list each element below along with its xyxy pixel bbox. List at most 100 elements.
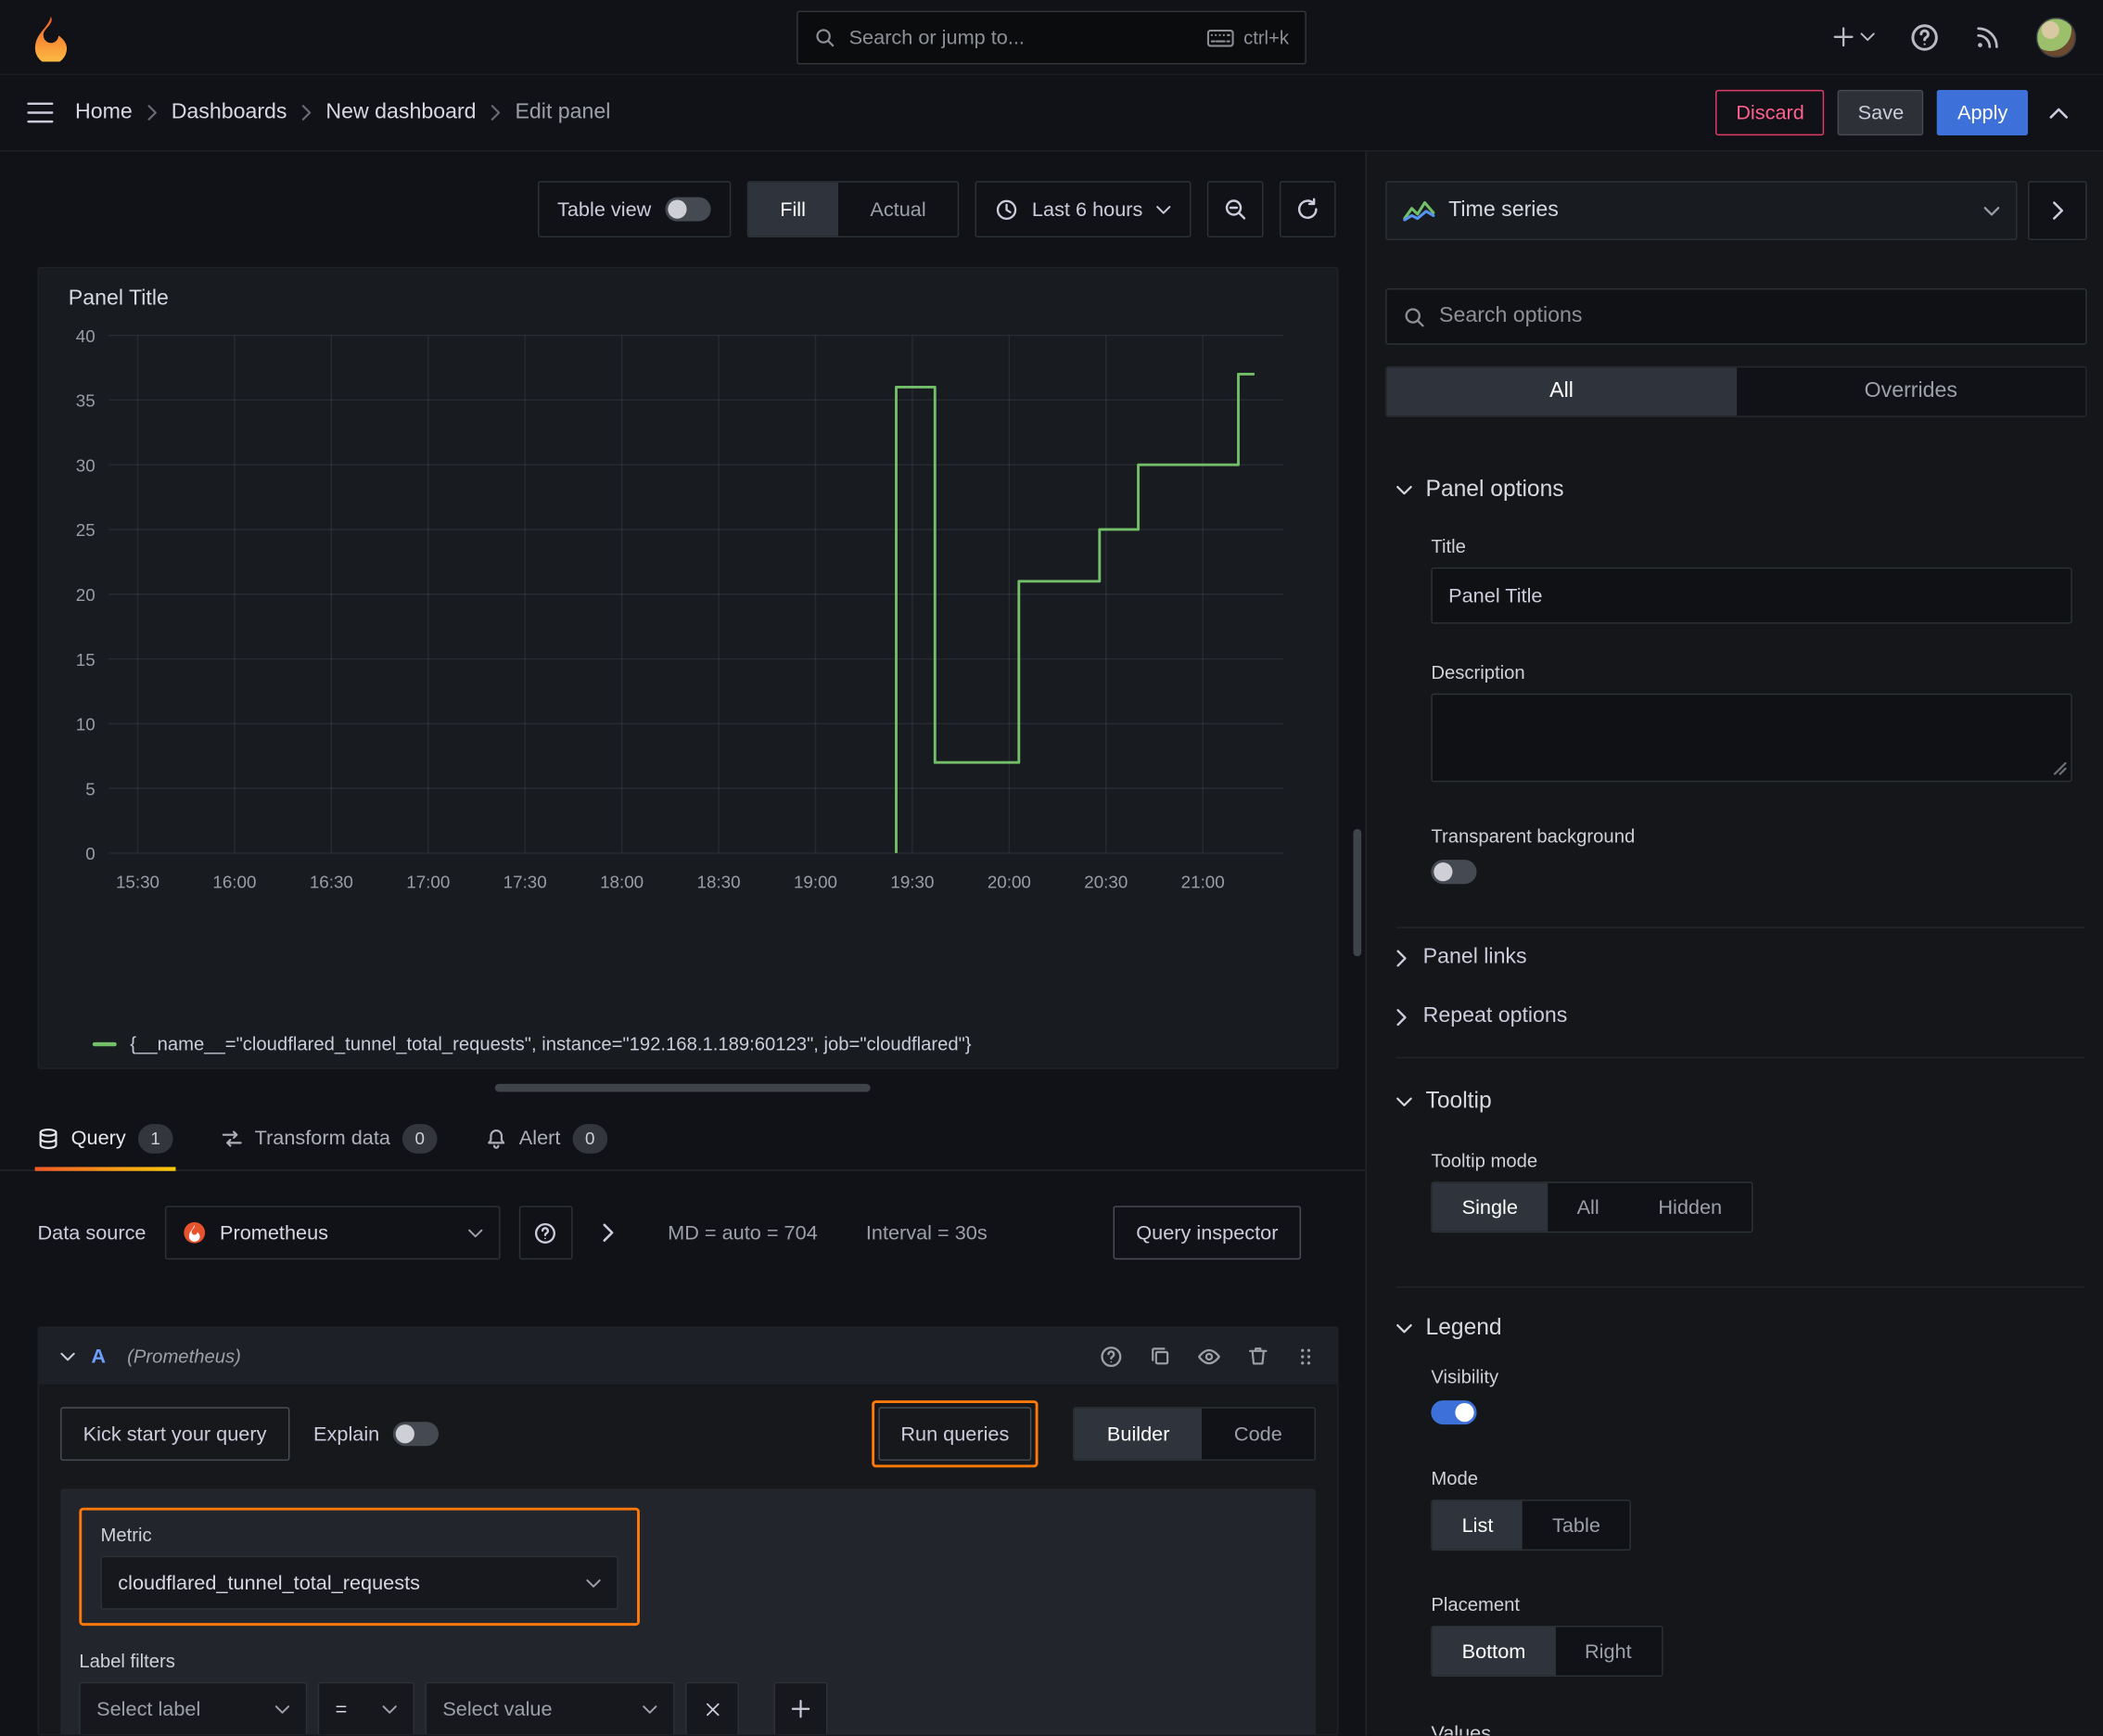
grafana-logo-icon[interactable] (27, 13, 75, 61)
query-inspector-button[interactable]: Query inspector (1113, 1206, 1302, 1260)
options-search[interactable] (1385, 287, 2087, 345)
panel-resize-handle[interactable] (494, 1083, 871, 1092)
time-range-picker[interactable]: Last 6 hours (975, 181, 1192, 238)
transform-count-badge: 0 (401, 1123, 438, 1154)
global-search[interactable]: ctrl+k (797, 10, 1306, 65)
metric-value: cloudflared_tunnel_total_requests (118, 1571, 420, 1595)
query-help-button[interactable] (1100, 1345, 1123, 1368)
repeat-options-section[interactable]: Repeat options (1367, 988, 2103, 1047)
zoom-out-button[interactable] (1206, 181, 1264, 238)
breadcrumb-home[interactable]: Home (75, 100, 133, 124)
tab-query[interactable]: Query 1 (34, 1106, 176, 1171)
legend-series-label[interactable]: {__name__="cloudflared_tunnel_total_requ… (130, 1033, 971, 1054)
tooltip-mode-all[interactable]: All (1548, 1183, 1629, 1232)
scrollbar-thumb[interactable] (1353, 828, 1362, 957)
svg-text:15:30: 15:30 (116, 873, 159, 892)
legend-placement-right[interactable]: Right (1555, 1628, 1661, 1676)
close-icon (706, 1702, 719, 1716)
tooltip-mode-hidden[interactable]: Hidden (1629, 1183, 1752, 1232)
transparent-background-toggle[interactable] (1431, 860, 1477, 885)
panel-title-input[interactable] (1431, 567, 2072, 624)
svg-text:40: 40 (76, 326, 96, 346)
run-queries-highlight: Run queries (871, 1400, 1039, 1468)
legend-series-swatch (92, 1041, 117, 1046)
kick-start-query-button[interactable]: Kick start your query (60, 1407, 290, 1462)
help-button[interactable] (1910, 22, 1940, 52)
tab-transform-label: Transform data (254, 1126, 390, 1150)
new-menu-button[interactable] (1833, 27, 1875, 47)
panel-description-input[interactable] (1431, 693, 2072, 783)
datasource-row: Data source Prometheus MD = auto = 704 I… (37, 1206, 1338, 1260)
grafana-app: ctrl+k Home Dashboards New d (0, 0, 2103, 1736)
svg-text:5: 5 (85, 779, 95, 798)
panel-options-section-header[interactable]: Panel options (1396, 476, 2084, 503)
remove-filter-button[interactable] (685, 1681, 739, 1735)
select-label-placeholder: Select label (96, 1697, 201, 1721)
query-row-header[interactable]: A (Prometheus) (38, 1327, 1338, 1385)
menu-toggle-button[interactable] (27, 102, 54, 123)
legend-mode-list[interactable]: List (1432, 1500, 1523, 1550)
apply-button[interactable]: Apply (1937, 89, 2028, 136)
grip-icon (1301, 1347, 1311, 1364)
explain-toggle[interactable] (392, 1422, 439, 1447)
breadcrumb-edit-panel: Edit panel (515, 100, 611, 124)
legend-visibility-label: Visibility (1431, 1365, 1499, 1387)
value-filter-select[interactable]: Select value (425, 1681, 675, 1735)
actual-option[interactable]: Actual (838, 183, 959, 236)
expand-options-button[interactable] (602, 1223, 614, 1242)
datasource-help-button[interactable] (518, 1206, 573, 1260)
search-input[interactable] (848, 26, 1194, 49)
options-search-input[interactable] (1439, 304, 2070, 329)
code-option[interactable]: Code (1202, 1409, 1314, 1460)
duplicate-query-button[interactable] (1150, 1346, 1171, 1367)
panel-links-section[interactable]: Panel links (1367, 928, 2103, 988)
edit-panel-main: Table view Fill Actual Last 6 hours Pane… (0, 151, 1366, 1736)
transform-icon (222, 1130, 242, 1146)
fill-option[interactable]: Fill (747, 182, 838, 236)
label-filter-select[interactable]: Select label (79, 1681, 308, 1735)
chevron-down-icon (643, 1704, 657, 1714)
tooltip-section-header[interactable]: Tooltip (1396, 1088, 2084, 1115)
breadcrumb-new-dashboard[interactable]: New dashboard (325, 100, 476, 124)
tab-transform-data[interactable]: Transform data 0 (221, 1106, 438, 1169)
resize-grip-icon[interactable] (2053, 761, 2067, 775)
breadcrumb-dashboards[interactable]: Dashboards (172, 100, 287, 124)
legend-section-header[interactable]: Legend (1396, 1314, 2084, 1341)
tab-alert-label: Alert (518, 1126, 561, 1150)
collapse-options-button[interactable] (2027, 181, 2087, 240)
panel-options-pane: Time series All Overrides Pa (1365, 151, 2103, 1736)
add-filter-button[interactable] (773, 1681, 828, 1735)
discard-button[interactable]: Discard (1715, 89, 1825, 136)
metric-select[interactable]: cloudflared_tunnel_total_requests (100, 1555, 618, 1610)
legend-values-label: Values (1431, 1722, 1492, 1736)
refresh-button[interactable] (1279, 181, 1336, 238)
drag-query-handle[interactable] (1295, 1346, 1316, 1366)
table-view-control[interactable]: Table view (537, 181, 731, 238)
panel-title[interactable]: Panel Title (55, 282, 1320, 317)
keyboard-icon (1207, 29, 1234, 46)
save-button[interactable]: Save (1837, 89, 1924, 136)
news-button[interactable] (1974, 23, 2001, 50)
svg-text:20:30: 20:30 (1084, 873, 1128, 892)
remove-query-button[interactable] (1247, 1346, 1268, 1367)
query-ref-datasource: (Prometheus) (127, 1345, 241, 1367)
hide-response-button[interactable] (1198, 1345, 1221, 1368)
legend-mode-table[interactable]: Table (1523, 1501, 1630, 1550)
legend-placement-bottom[interactable]: Bottom (1432, 1627, 1556, 1676)
user-avatar[interactable] (2035, 17, 2077, 57)
tooltip-mode-switch: Single All Hidden (1431, 1181, 1753, 1233)
collapse-header-button[interactable] (2041, 98, 2076, 126)
table-view-toggle[interactable] (664, 197, 710, 222)
eye-icon (1198, 1348, 1220, 1364)
run-queries-button[interactable]: Run queries (877, 1407, 1032, 1462)
builder-option[interactable]: Builder (1075, 1408, 1203, 1460)
tab-alert[interactable]: Alert 0 (486, 1106, 608, 1169)
visualization-picker[interactable]: Time series (1385, 181, 2018, 240)
tab-all[interactable]: All (1386, 367, 1737, 416)
table-view-label: Table view (557, 198, 652, 221)
datasource-picker[interactable]: Prometheus (164, 1206, 501, 1260)
operator-select[interactable]: = (317, 1681, 414, 1735)
tab-overrides[interactable]: Overrides (1736, 367, 2085, 415)
tooltip-mode-single[interactable]: Single (1432, 1182, 1548, 1232)
legend-visibility-toggle[interactable] (1431, 1400, 1477, 1425)
